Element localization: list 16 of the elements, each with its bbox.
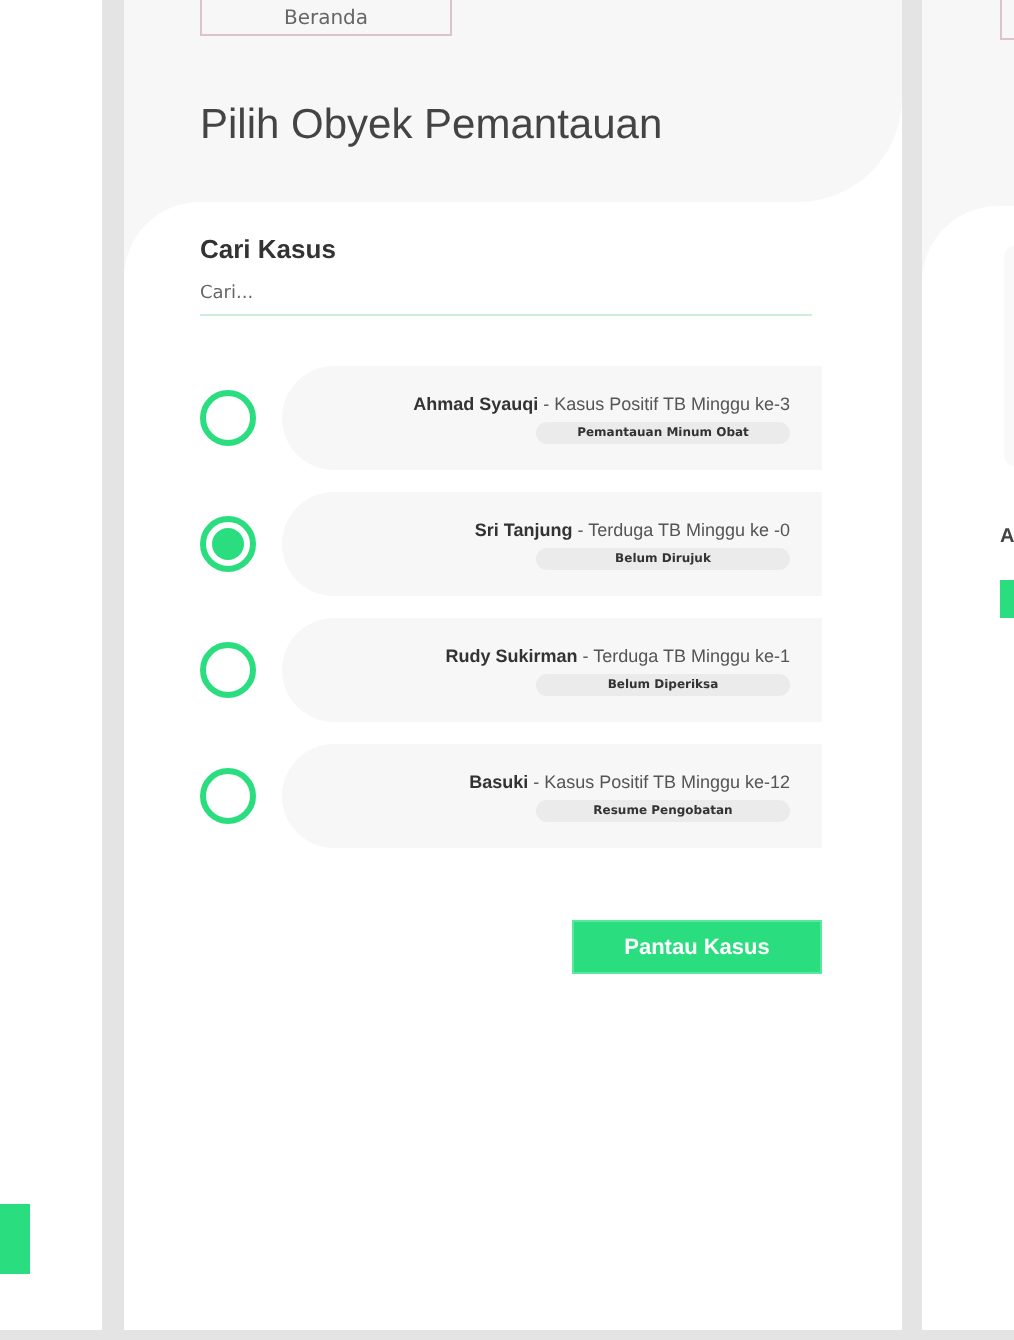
home-button[interactable] xyxy=(1000,0,1014,40)
radio-button[interactable] xyxy=(200,390,256,446)
search-label: Cari Kasus xyxy=(200,234,338,264)
home-button[interactable]: Beranda xyxy=(200,0,452,36)
action-button[interactable] xyxy=(1000,580,1014,618)
case-title: Sri Tanjung - Terduga TB Minggu ke -0 xyxy=(474,519,790,539)
page-title: Pilih Obyek Pemantauan xyxy=(200,102,665,150)
case-title: Basuki - Kasus Positif TB Minggu ke-12 xyxy=(469,771,790,791)
radio-button[interactable] xyxy=(200,642,256,698)
action-button[interactable] xyxy=(0,1204,30,1274)
radio-button[interactable] xyxy=(200,768,256,824)
case-title: Ahmad Syauqi - Kasus Positif TB Minggu ke-3 xyxy=(413,393,790,413)
radio-button[interactable] xyxy=(200,516,256,572)
case-title: Rudy Sukirman - Terduga TB Minggu ke-1 xyxy=(445,645,790,665)
search-field[interactable]: Cari... xyxy=(200,280,812,316)
field-label: A xyxy=(1000,526,1014,548)
